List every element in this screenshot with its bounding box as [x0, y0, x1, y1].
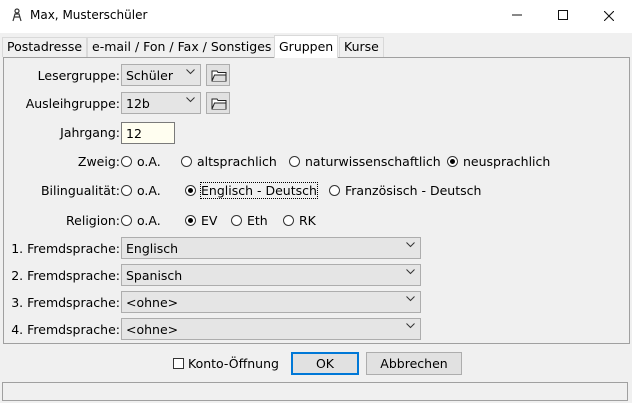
radio-unchecked-icon: [181, 156, 192, 167]
folder-icon: [211, 70, 227, 82]
chevron-down-icon: [406, 323, 415, 331]
jahrgang-label: Jahrgang:: [60, 125, 120, 140]
ausleihgruppe-label: Ausleihgruppe:: [25, 96, 120, 111]
zweig-option-altsprachlich[interactable]: altsprachlich: [181, 154, 277, 169]
fremdsprache-4-label: 4. Fremdsprache:: [11, 322, 120, 337]
fremdsprache-3-label: 3. Fremdsprache:: [11, 295, 120, 310]
minimize-button[interactable]: [494, 0, 540, 32]
religion-label: Religion:: [66, 213, 120, 228]
chevron-down-icon: [406, 269, 415, 277]
ok-button[interactable]: OK: [291, 352, 359, 375]
bilingualitaet-label: Bilingualität:: [40, 183, 120, 198]
cancel-button[interactable]: Abbrechen: [366, 352, 462, 375]
title-bar: Max, Musterschüler: [0, 0, 632, 33]
zweig-label: Zweig:: [77, 154, 120, 169]
app-icon: [10, 8, 24, 22]
dialog-footer: Konto-Öffnung OK Abbrechen: [0, 343, 632, 383]
fremdsprache-3-value: <ohne>: [126, 295, 179, 310]
bilingualitaet-option-label: Englisch - Deutsch: [200, 182, 318, 199]
radio-checked-icon: [185, 215, 196, 226]
chevron-down-icon: [406, 296, 415, 304]
radio-checked-icon: [447, 156, 458, 167]
radio-unchecked-icon: [121, 215, 132, 226]
radio-unchecked-icon: [121, 185, 132, 196]
fremdsprache-1-select[interactable]: Englisch: [121, 237, 421, 259]
close-icon: [603, 10, 615, 22]
zweig-option-label: naturwissenschaftlich: [305, 154, 441, 169]
tab-kurse[interactable]: Kurse: [339, 37, 384, 57]
fremdsprache-4-value: <ohne>: [126, 322, 179, 337]
radio-unchecked-icon: [329, 185, 340, 196]
zweig-option-label: altsprachlich: [197, 154, 277, 169]
gruppen-panel: Lesergruppe: Schüler Ausleihgruppe: 12b …: [3, 57, 630, 344]
jahrgang-input[interactable]: [122, 123, 174, 143]
close-button[interactable]: [586, 0, 632, 32]
konto-oeffnung-checkbox[interactable]: Konto-Öffnung: [173, 356, 279, 371]
bilingualitaet-option-englisch[interactable]: Englisch - Deutsch: [185, 182, 318, 199]
checkbox-unchecked-icon: [173, 358, 184, 369]
chevron-down-icon: [186, 97, 195, 105]
radio-unchecked-icon: [121, 156, 132, 167]
zweig-option-label: neusprachlich: [463, 154, 551, 169]
ausleihgruppe-folder-button[interactable]: [206, 92, 230, 114]
lesergruppe-select[interactable]: Schüler: [121, 64, 201, 86]
zweig-option-label: o.A.: [137, 154, 161, 169]
ausleihgruppe-select[interactable]: 12b: [121, 92, 201, 114]
chevron-down-icon: [406, 242, 415, 250]
zweig-option-neusprachlich[interactable]: neusprachlich: [447, 154, 550, 169]
tab-kontakt[interactable]: e-mail / Fon / Fax / Sonstiges: [87, 37, 277, 57]
fremdsprache-2-label: 2. Fremdsprache:: [11, 268, 120, 283]
religion-option-label: RK: [299, 213, 316, 228]
radio-unchecked-icon: [231, 215, 242, 226]
tab-postadresse[interactable]: Postadresse: [2, 37, 88, 57]
zweig-option-oa[interactable]: o.A.: [121, 154, 161, 169]
bilingualitaet-option-label: o.A.: [137, 183, 161, 198]
religion-option-rk[interactable]: RK: [283, 213, 316, 228]
religion-option-ev[interactable]: EV: [185, 213, 217, 228]
bilingualitaet-option-label: Französisch - Deutsch: [345, 183, 482, 198]
religion-option-eth[interactable]: Eth: [231, 213, 268, 228]
minimize-icon: [512, 14, 522, 16]
fremdsprache-4-select[interactable]: <ohne>: [121, 318, 421, 340]
maximize-icon: [558, 10, 568, 20]
konto-oeffnung-label: Konto-Öffnung: [188, 356, 279, 371]
radio-checked-icon: [185, 185, 196, 196]
radio-unchecked-icon: [283, 215, 294, 226]
lesergruppe-folder-button[interactable]: [206, 64, 230, 86]
religion-option-label: o.A.: [137, 213, 161, 228]
zweig-option-naturwissenschaftlich[interactable]: naturwissenschaftlich: [289, 154, 441, 169]
ausleihgruppe-value: 12b: [126, 96, 150, 111]
status-bar: [2, 382, 628, 401]
fremdsprache-1-label: 1. Fremdsprache:: [11, 241, 120, 256]
religion-option-label: Eth: [247, 213, 268, 228]
folder-icon: [211, 98, 227, 110]
fremdsprache-2-value: Spanisch: [126, 268, 183, 283]
maximize-button[interactable]: [540, 0, 586, 32]
religion-option-label: EV: [201, 213, 218, 228]
jahrgang-field[interactable]: [121, 122, 175, 144]
fremdsprache-1-value: Englisch: [126, 241, 179, 256]
fremdsprache-3-select[interactable]: <ohne>: [121, 291, 421, 313]
radio-unchecked-icon: [289, 156, 300, 167]
chevron-down-icon: [186, 69, 195, 77]
window-title: Max, Musterschüler: [30, 8, 148, 22]
tab-gruppen[interactable]: Gruppen: [274, 35, 339, 58]
lesergruppe-label: Lesergruppe:: [37, 68, 120, 83]
bilingualitaet-option-oa[interactable]: o.A.: [121, 183, 161, 198]
fremdsprache-2-select[interactable]: Spanisch: [121, 264, 421, 286]
bilingualitaet-option-franzoesisch[interactable]: Französisch - Deutsch: [329, 183, 481, 198]
lesergruppe-value: Schüler: [126, 68, 173, 83]
religion-option-oa[interactable]: o.A.: [121, 213, 161, 228]
